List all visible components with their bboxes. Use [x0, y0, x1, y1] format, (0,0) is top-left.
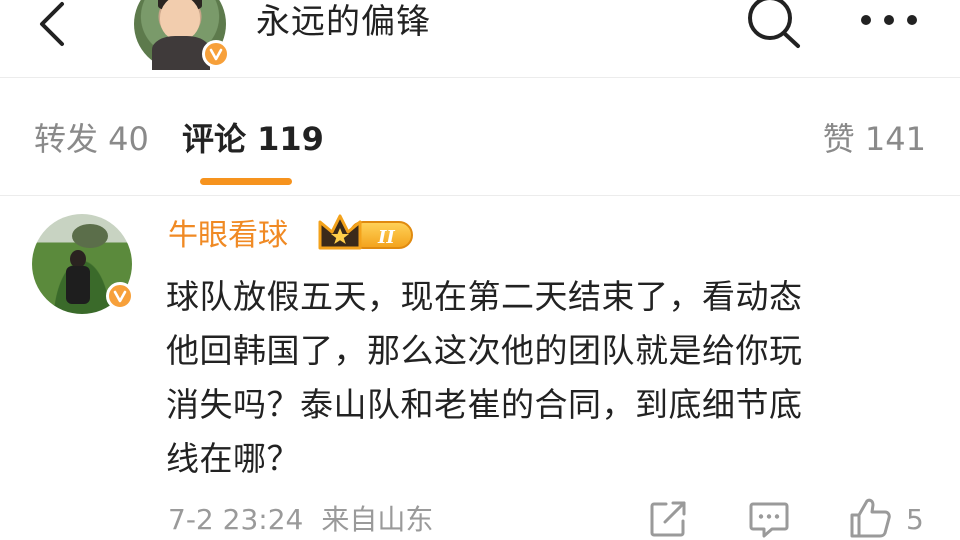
like-count: 5: [906, 503, 924, 536]
comment-text-line: 他回韩国了，那么这次他的团队就是给你玩: [166, 331, 803, 370]
verified-badge-icon: [106, 282, 134, 310]
search-icon[interactable]: [742, 0, 804, 50]
share-icon[interactable]: [648, 499, 688, 539]
page-title: 永远的偏锋: [256, 2, 431, 42]
tab-reposts[interactable]: 转发 40: [34, 117, 149, 161]
chevron-left-icon[interactable]: [30, 0, 78, 48]
verified-badge-icon: [202, 40, 230, 68]
comment-text-line: 线在哪？: [166, 439, 300, 478]
more-horizontal-icon[interactable]: [858, 10, 920, 30]
comment-text-line: 消失吗？泰山队和老崔的合同，到底细节底: [166, 385, 803, 424]
thumbs-up-icon[interactable]: [848, 496, 892, 540]
vip-crown-level-badge-icon[interactable]: II: [316, 212, 416, 254]
author-avatar[interactable]: [134, 0, 230, 70]
comment-item: 牛眼看球 II 球队放假五天，现在第二天结束了，看动态 他回韩国了，那么这次他的…: [0, 196, 960, 540]
top-bar: 永远的偏锋: [0, 0, 960, 76]
comment-source: 来自山东: [321, 503, 434, 536]
comment-text-line: 球队放假五天，现在第二天结束了，看动态: [166, 277, 803, 316]
avatar-person-body: [66, 266, 90, 304]
active-tab-indicator: [200, 178, 292, 185]
comment-reply-icon[interactable]: [748, 499, 790, 539]
comment-text: 球队放假五天，现在第二天结束了，看动态 他回韩国了，那么这次他的团队就是给你玩 …: [166, 270, 936, 486]
commenter-name[interactable]: 牛眼看球: [168, 216, 288, 256]
avatar-face: [160, 0, 200, 40]
tab-comments[interactable]: 评论 119: [182, 117, 324, 161]
comment-meta: 7-2 23:24 来自山东: [168, 500, 433, 540]
tab-bar: 转发 40 评论 119 赞 141: [0, 77, 960, 195]
comment-timestamp: 7-2 23:24: [168, 503, 304, 536]
tab-likes[interactable]: 赞 141: [823, 117, 926, 161]
svg-text:II: II: [377, 227, 395, 248]
commenter-avatar[interactable]: [32, 214, 134, 314]
avatar-tree: [72, 224, 108, 248]
